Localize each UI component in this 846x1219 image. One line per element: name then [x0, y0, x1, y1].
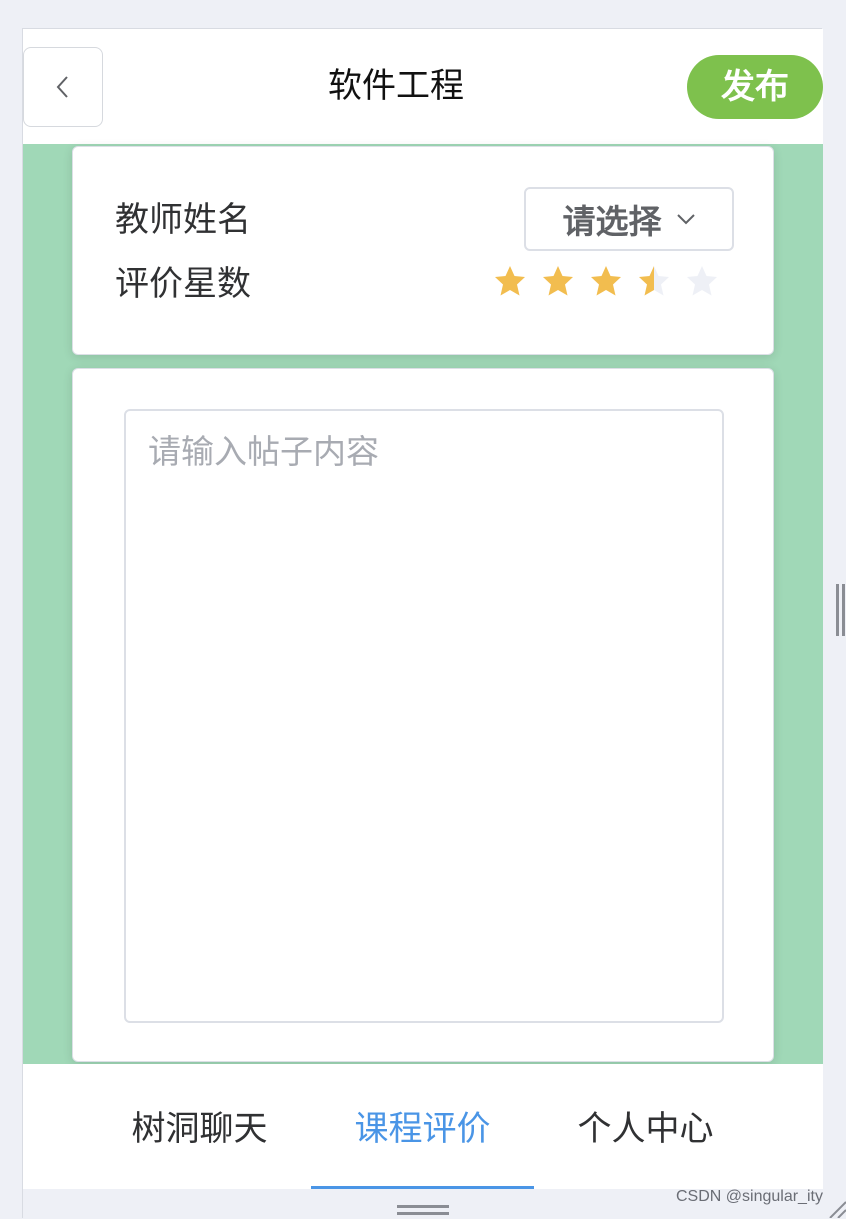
publish-button[interactable]: 发布 — [687, 55, 823, 119]
rating-label: 评价星数 — [115, 264, 251, 304]
star-icon[interactable] — [686, 265, 718, 297]
teacher-select[interactable]: 请选择 — [524, 187, 734, 251]
teacher-select-value: 请选择 — [562, 202, 662, 241]
post-content-input[interactable] — [124, 409, 724, 1023]
star-icon[interactable] — [494, 265, 526, 297]
page-header: 软件工程 发布 — [23, 29, 823, 144]
star-icon[interactable] — [542, 265, 574, 297]
star-icon[interactable] — [638, 265, 670, 297]
app-window: 软件工程 发布 教师姓名 请选择 评价星数 树洞聊天 课程评价 个人中心 — [22, 28, 823, 1219]
star-icon[interactable] — [590, 265, 622, 297]
tab-treehole-chat[interactable]: 树洞聊天 — [88, 1064, 311, 1189]
teacher-name-label: 教师姓名 — [115, 200, 251, 240]
review-info-card: 教师姓名 请选择 评价星数 — [72, 146, 774, 355]
bottom-tab-bar: 树洞聊天 课程评价 个人中心 — [23, 1064, 823, 1189]
resize-corner-icon[interactable] — [826, 1198, 846, 1218]
tab-course-review[interactable]: 课程评价 — [311, 1064, 534, 1189]
star-rating[interactable] — [494, 265, 718, 305]
drag-handle-icon[interactable] — [397, 1205, 449, 1215]
content-area: 教师姓名 请选择 评价星数 — [23, 144, 823, 1064]
page-title: 软件工程 — [328, 66, 464, 106]
watermark-text: CSDN @singular_ity — [676, 1188, 823, 1205]
post-content-card — [72, 368, 774, 1062]
tab-profile[interactable]: 个人中心 — [534, 1064, 757, 1189]
chevron-down-icon — [676, 214, 695, 225]
side-resize-handle-icon[interactable] — [834, 584, 846, 636]
